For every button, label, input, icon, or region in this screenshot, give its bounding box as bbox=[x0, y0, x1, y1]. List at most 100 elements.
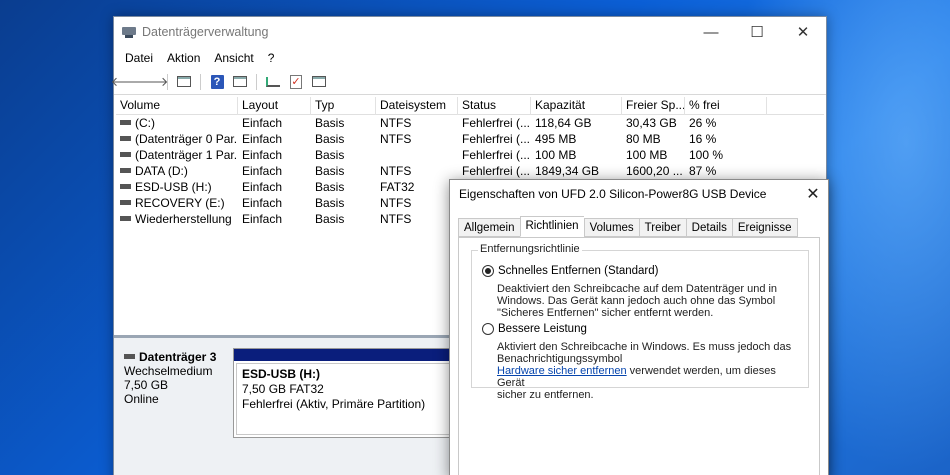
safely-remove-hardware-link[interactable]: Hardware sicher entfernen bbox=[497, 365, 627, 377]
dialog-title-bar[interactable]: Eigenschaften von UFD 2.0 Silicon-Power8… bbox=[450, 180, 828, 208]
cell-kapazitaet: 1849,34 GB bbox=[535, 164, 600, 178]
disk-label-panel[interactable]: Datenträger 3 Wechselmedium 7,50 GB Onli… bbox=[116, 340, 230, 436]
cell-layout: Einfach bbox=[242, 196, 283, 210]
quick-removal-option[interactable]: Schnelles Entfernen (Standard) bbox=[482, 265, 658, 277]
table-header: Volume Layout Typ Dateisystem Status Kap… bbox=[116, 97, 824, 115]
cell-dateisystem: NTFS bbox=[380, 116, 412, 130]
quick-removal-radio[interactable] bbox=[482, 265, 494, 277]
table-row[interactable]: DATA (D:) Einfach Basis NTFS Fehlerfrei … bbox=[116, 163, 824, 179]
disk-size: 7,50 GB bbox=[124, 378, 169, 392]
cell-layout: Einfach bbox=[242, 212, 283, 226]
tab-ereignisse[interactable]: Ereignisse bbox=[731, 218, 798, 237]
dialog-close-button[interactable]: ✕ bbox=[798, 184, 828, 204]
dialog-title: Eigenschaften von UFD 2.0 Silicon-Power8… bbox=[459, 187, 767, 201]
view-icon bbox=[312, 76, 326, 87]
connect-icon bbox=[266, 76, 280, 87]
cell-kapazitaet: 118,64 GB bbox=[535, 116, 592, 130]
properties-button[interactable] bbox=[230, 72, 250, 92]
properties-dialog: Eigenschaften von UFD 2.0 Silicon-Power8… bbox=[449, 179, 829, 475]
connect-button[interactable] bbox=[263, 72, 283, 92]
table-row[interactable]: (Datenträger 1 Par... Einfach Basis Fehl… bbox=[116, 147, 824, 163]
table-row[interactable]: (C:) Einfach Basis NTFS Fehlerfrei (... … bbox=[116, 115, 824, 131]
disk-name: Datenträger 3 bbox=[139, 350, 217, 364]
column-header-status[interactable]: Status bbox=[458, 97, 531, 115]
cell-freier-speicher: 80 MB bbox=[626, 132, 661, 146]
cell-volume: (C:) bbox=[135, 116, 155, 130]
cell-dateisystem bbox=[376, 147, 458, 163]
cell-dateisystem: NTFS bbox=[380, 164, 412, 178]
cell-layout: Einfach bbox=[242, 180, 283, 194]
volume-icon bbox=[120, 216, 131, 222]
console-tree-button[interactable] bbox=[174, 72, 194, 92]
cell-dateisystem: NTFS bbox=[380, 212, 412, 226]
disk-state: Online bbox=[124, 392, 159, 406]
toolbar-separator bbox=[256, 73, 257, 90]
tab-treiber[interactable]: Treiber bbox=[638, 218, 686, 237]
cell-volume: ESD-USB (H:) bbox=[135, 180, 212, 194]
description-line: "Sicheres Entfernen" sicher entfernt wer… bbox=[497, 307, 714, 319]
menu-bar: Datei Aktion Ansicht ? bbox=[114, 47, 826, 69]
cell-layout: Einfach bbox=[242, 164, 283, 178]
console-tree-icon bbox=[177, 76, 191, 87]
better-performance-label: Bessere Leistung bbox=[498, 323, 587, 335]
properties-icon bbox=[233, 76, 247, 87]
menu-aktion[interactable]: Aktion bbox=[160, 51, 207, 65]
cell-layout: Einfach bbox=[242, 132, 283, 146]
quick-removal-label: Schnelles Entfernen (Standard) bbox=[498, 265, 659, 277]
cell-kapazitaet: 495 MB bbox=[535, 132, 577, 146]
cell-typ: Basis bbox=[315, 196, 345, 210]
better-performance-option[interactable]: Bessere Leistung bbox=[482, 323, 587, 335]
column-header-prozent-frei[interactable]: % frei bbox=[685, 97, 767, 115]
checklist-icon: ✓ bbox=[290, 74, 302, 89]
volume-icon bbox=[120, 168, 131, 174]
menu-datei[interactable]: Datei bbox=[118, 51, 160, 65]
tab-allgemein[interactable]: Allgemein bbox=[458, 218, 520, 237]
column-header-volume[interactable]: Volume bbox=[116, 97, 238, 115]
column-header-freier-speicher[interactable]: Freier Sp... bbox=[622, 97, 685, 115]
help-button[interactable]: ? bbox=[207, 72, 227, 92]
description-line: Aktiviert den Schreibcache in Windows. E… bbox=[497, 341, 792, 353]
close-button[interactable]: ✕ bbox=[780, 17, 826, 47]
cell-dateisystem: NTFS bbox=[380, 132, 412, 146]
volume-icon bbox=[120, 200, 131, 206]
title-bar[interactable]: Datenträgerverwaltung — ☐ ✕ bbox=[114, 17, 826, 47]
forward-button[interactable]: 🡒 bbox=[134, 72, 169, 92]
cell-prozent-frei: 87 % bbox=[689, 164, 717, 178]
cell-dateisystem: FAT32 bbox=[380, 180, 415, 194]
better-performance-radio[interactable] bbox=[482, 323, 494, 335]
cell-layout: Einfach bbox=[242, 116, 283, 130]
cell-prozent-frei: 26 % bbox=[689, 116, 717, 130]
description-line: Windows. Das Gerät kann jedoch auch ohne… bbox=[497, 295, 776, 307]
disk-icon bbox=[124, 353, 135, 359]
toolbar-separator bbox=[167, 73, 168, 90]
help-icon: ? bbox=[210, 74, 224, 89]
cell-status: Fehlerfrei (... bbox=[462, 116, 531, 130]
quick-removal-description: Deaktiviert den Schreibcache auf dem Dat… bbox=[497, 283, 797, 319]
arrow-right-icon: 🡒 bbox=[133, 73, 169, 89]
column-header-kapazitaet[interactable]: Kapazität bbox=[531, 97, 622, 115]
view-button[interactable] bbox=[309, 72, 329, 92]
tab-details[interactable]: Details bbox=[685, 218, 732, 237]
description-line: sicher zu entfernen. bbox=[497, 389, 594, 401]
check-button[interactable]: ✓ bbox=[286, 72, 306, 92]
volume-icon bbox=[120, 184, 131, 190]
menu-ansicht[interactable]: Ansicht bbox=[207, 51, 260, 65]
column-header-dateisystem[interactable]: Dateisystem bbox=[376, 97, 458, 115]
volume-icon bbox=[120, 120, 131, 126]
better-performance-description: Aktiviert den Schreibcache in Windows. E… bbox=[497, 341, 797, 401]
tab-volumes[interactable]: Volumes bbox=[583, 218, 639, 237]
disk-type: Wechselmedium bbox=[124, 364, 213, 378]
removal-policy-label: Entfernungsrichtlinie bbox=[478, 243, 582, 255]
tab-richtlinien[interactable]: Richtlinien bbox=[519, 216, 584, 237]
richtlinien-panel: Entfernungsrichtlinie Schnelles Entferne… bbox=[458, 237, 820, 475]
menu-help[interactable]: ? bbox=[261, 51, 282, 65]
description-line: Benachrichtigungssymbol bbox=[497, 353, 623, 365]
table-row[interactable]: (Datenträger 0 Par... Einfach Basis NTFS… bbox=[116, 131, 824, 147]
cell-layout: Einfach bbox=[242, 148, 283, 162]
toolbar-separator bbox=[200, 73, 201, 90]
column-header-layout[interactable]: Layout bbox=[238, 97, 311, 115]
dialog-tabs: Allgemein Richtlinien Volumes Treiber De… bbox=[458, 216, 798, 237]
column-header-typ[interactable]: Typ bbox=[311, 97, 376, 115]
maximize-button[interactable]: ☐ bbox=[734, 17, 780, 47]
minimize-button[interactable]: — bbox=[688, 17, 734, 47]
